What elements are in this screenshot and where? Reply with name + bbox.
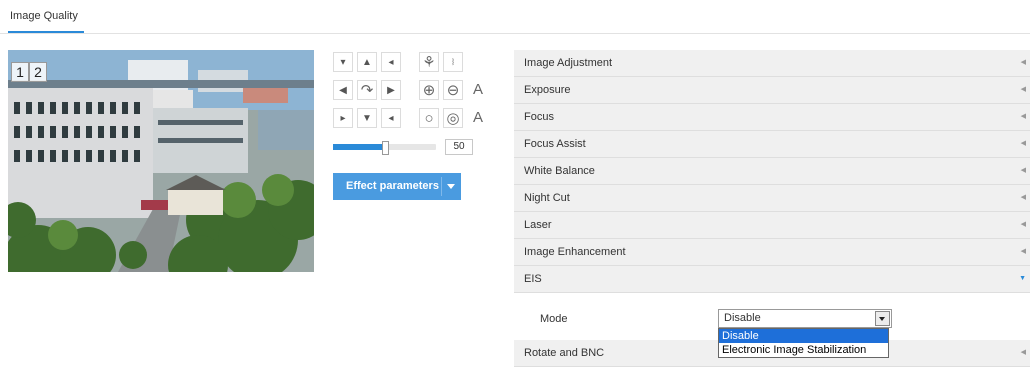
section-image-adjustment[interactable]: Image Adjustment ◀ (514, 50, 1030, 77)
ptz-center-button[interactable]: ↷ (357, 80, 377, 100)
chevron-left-icon: ◀ (1020, 221, 1026, 228)
button-separator (441, 177, 442, 196)
eis-mode-select[interactable]: Disable (718, 309, 892, 328)
tab-label: Image Quality (10, 10, 78, 22)
ptz-down-right-button[interactable]: ◂ (381, 108, 401, 128)
section-focus[interactable]: Focus ◀ (514, 104, 1030, 131)
chevron-left-icon: ◀ (1020, 113, 1026, 120)
select-value: Disable (724, 312, 761, 324)
overlay-label-2: 2 (29, 62, 47, 82)
ptz-up-button[interactable]: ▲ (357, 52, 377, 72)
section-title: Laser (524, 219, 552, 231)
section-title: Image Enhancement (524, 246, 626, 258)
section-image-enhancement[interactable]: Image Enhancement ◀ (514, 239, 1030, 266)
tab-bar: Image Quality (0, 0, 1030, 34)
video-frame (8, 50, 314, 272)
effect-parameters-button[interactable]: Effect parameters (333, 173, 461, 200)
section-focus-assist[interactable]: Focus Assist ◀ (514, 131, 1030, 158)
section-white-balance[interactable]: White Balance ◀ (514, 158, 1030, 185)
caret-down-icon[interactable] (447, 184, 455, 189)
chevron-left-icon: ◀ (1020, 194, 1026, 201)
section-exposure[interactable]: Exposure ◀ (514, 77, 1030, 104)
section-eis[interactable]: EIS ▼ (514, 266, 1030, 293)
iris-close-icon[interactable]: ◎ (443, 108, 463, 128)
slider-thumb[interactable] (381, 141, 389, 155)
ptz-speed-value[interactable]: 50 (445, 139, 473, 155)
ptz-down-button[interactable]: ▼ (357, 108, 377, 128)
section-title: Exposure (524, 84, 571, 96)
chevron-left-icon: ◀ (1020, 140, 1026, 147)
dropdown-arrow-icon[interactable] (875, 311, 890, 326)
ptz-up-left-button[interactable]: ▾ (333, 52, 353, 72)
section-title: Night Cut (524, 192, 570, 204)
tab-image-quality[interactable]: Image Quality (8, 0, 84, 33)
section-night-cut[interactable]: Night Cut ◀ (514, 185, 1030, 212)
section-title: Image Adjustment (524, 57, 613, 69)
ptz-right-button[interactable]: ▶ (381, 80, 401, 100)
chevron-down-icon: ▼ (1019, 275, 1026, 282)
option-electronic-image-stabilization[interactable]: Electronic Image Stabilization (719, 343, 888, 357)
section-title: Rotate and BNC (524, 347, 605, 359)
section-title: Focus Assist (524, 138, 586, 150)
eis-mode-label: Mode (540, 313, 568, 325)
overlay-label-1: 1 (11, 62, 29, 82)
chevron-left-icon: ◀ (1020, 59, 1026, 66)
section-title: EIS (524, 273, 542, 285)
chevron-left-icon: ◀ (1020, 167, 1026, 174)
ptz-up-right-button[interactable]: ◂ (381, 52, 401, 72)
effect-parameters-label: Effect parameters (346, 180, 439, 192)
iris-auto-button[interactable]: A (469, 108, 487, 126)
section-laser[interactable]: Laser ◀ (514, 212, 1030, 239)
video-preview[interactable]: 1 2 (8, 50, 314, 272)
light-icon[interactable]: ⧘ (443, 52, 463, 72)
slider-fill (333, 144, 385, 150)
ptz-speed-slider[interactable] (333, 141, 436, 155)
wiper-icon[interactable]: ⚘ (419, 52, 439, 72)
chevron-left-icon: ◀ (1020, 248, 1026, 255)
focus-auto-button[interactable]: A (469, 80, 487, 98)
iris-open-icon[interactable]: ○ (419, 108, 439, 128)
zoom-in-icon[interactable]: ⊕ (419, 80, 439, 100)
ptz-left-button[interactable]: ◀ (333, 80, 353, 100)
chevron-left-icon: ◀ (1020, 86, 1026, 93)
section-title: Focus (524, 111, 554, 123)
option-disable[interactable]: Disable (719, 329, 888, 343)
chevron-left-icon: ◀ (1020, 349, 1026, 356)
ptz-down-left-button[interactable]: ▸ (333, 108, 353, 128)
section-title: White Balance (524, 165, 595, 177)
zoom-out-icon[interactable]: ⊖ (443, 80, 463, 100)
eis-mode-options: Disable Electronic Image Stabilization (718, 328, 889, 358)
tab-active-indicator (8, 31, 84, 33)
